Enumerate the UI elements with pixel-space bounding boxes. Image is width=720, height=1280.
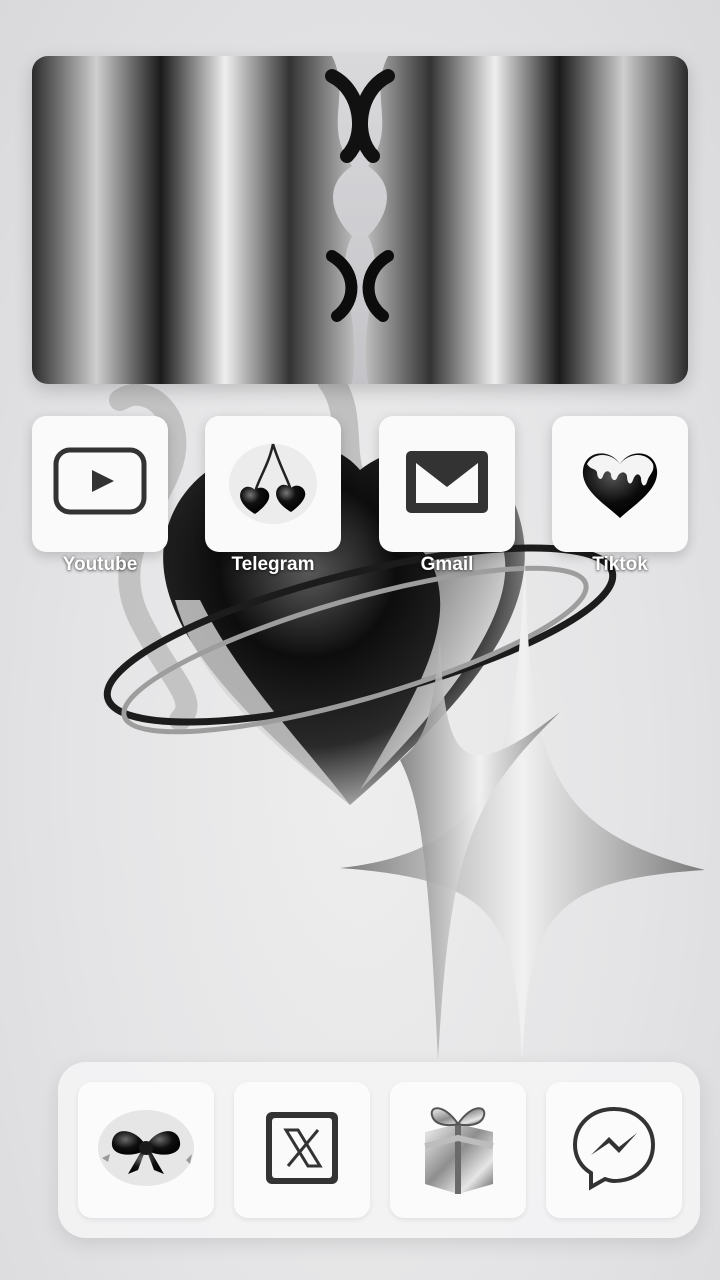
youtube-label: Youtube — [62, 554, 138, 575]
telegram-app[interactable] — [205, 416, 341, 552]
photo-widget[interactable] — [32, 56, 688, 384]
dock-app-messenger[interactable] — [546, 1082, 682, 1218]
messenger-icon — [569, 1103, 659, 1198]
dock-app-gift[interactable] — [390, 1082, 526, 1218]
dock — [58, 1062, 700, 1238]
cherry-hearts-icon — [225, 434, 321, 535]
tiktok-label: Tiktok — [592, 554, 648, 575]
chrome-faces-image — [32, 56, 688, 384]
dripping-heart-icon — [575, 442, 665, 527]
gmail-label: Gmail — [420, 554, 474, 575]
gmail-app[interactable] — [379, 416, 515, 552]
telegram-label: Telegram — [231, 554, 315, 575]
tiktok-app[interactable] — [552, 416, 688, 552]
bow-ribbon-icon — [96, 1108, 196, 1193]
gift-box-icon — [413, 1098, 503, 1203]
youtube-app[interactable] — [32, 416, 168, 552]
youtube-play-icon — [52, 446, 148, 523]
mail-envelope-icon — [404, 449, 490, 520]
dock-app-x[interactable] — [234, 1082, 370, 1218]
dock-app-bow[interactable] — [78, 1082, 214, 1218]
x-logo-icon — [264, 1110, 340, 1191]
